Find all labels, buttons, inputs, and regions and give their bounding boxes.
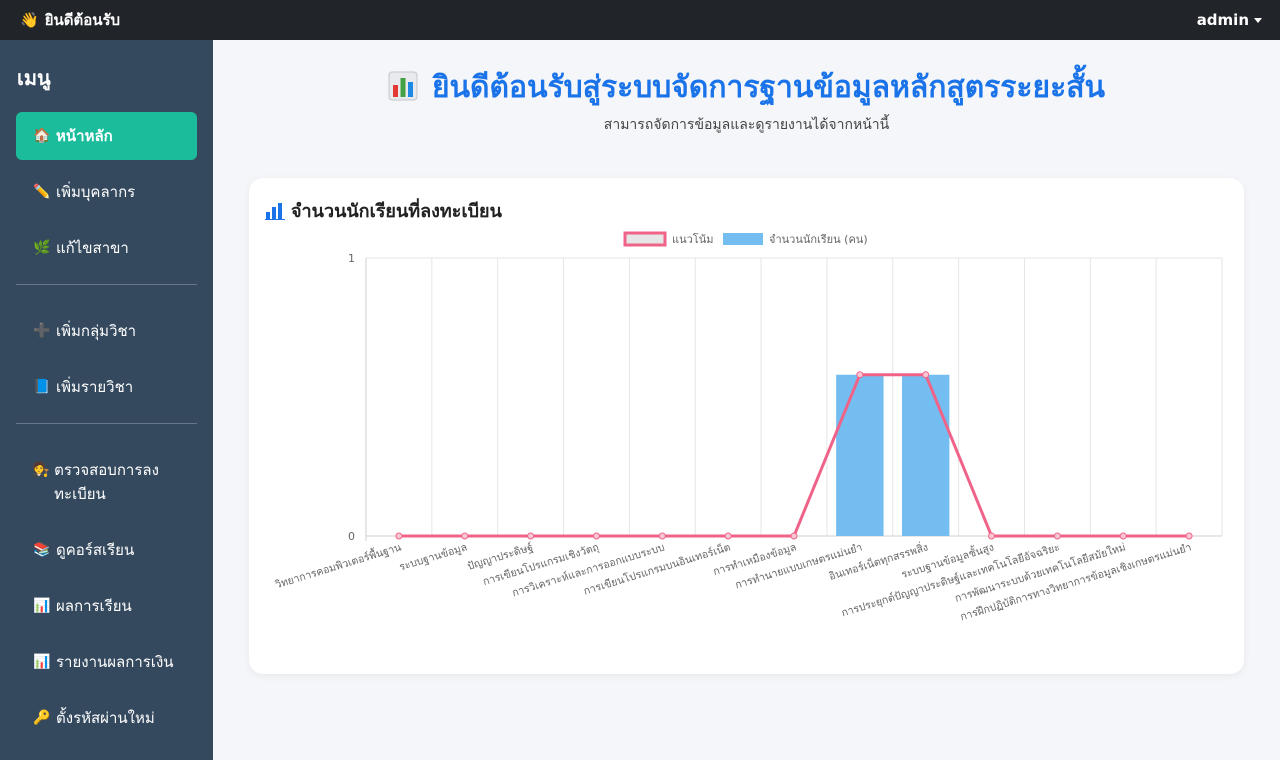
x-tick-label: วิทยาการคอมพิวเตอร์พื้นฐาน [273,539,403,591]
trend-point [790,532,798,540]
bar-chart-icon [388,71,418,100]
sidebar-item-label: เพิ่มกลุ่มวิชา [56,322,137,340]
bar-chart-icon: 📊 [33,654,51,670]
trend-point [1119,532,1127,540]
sidebar-item-finance-report[interactable]: 📊 รายงานผลการเงิน [16,638,197,686]
trend-point [592,532,600,540]
herb-icon: 🌿 [33,240,51,256]
legend-label-trend: แนวโน้ม [672,232,713,246]
sidebar-item-add-subject[interactable]: 📘 เพิ่มรายวิชา [16,363,197,411]
sidebar-item-reset-password[interactable]: 🔑 ตั้งรหัสผ่านใหม่ [16,694,197,742]
navbar-brand-label: ยินดีต้อนรับ [44,11,121,29]
user-menu-dropdown[interactable]: admin [1197,11,1262,29]
sidebar-item-label: ผลการเรียน [56,597,132,615]
user-name: admin [1196,11,1249,29]
sidebar-item-label: หน้าหลัก [56,127,113,145]
main-content: ยินดีต้อนรับสู่ระบบจัดการฐานข้อมูลหลักสู… [213,40,1280,760]
x-tick-label: ระบบฐานข้อมูล [398,541,469,573]
trend-point [658,532,666,540]
sidebar-item-label: เพิ่มรายวิชา [56,378,134,396]
sidebar-item-edit-branch[interactable]: 🌿 แก้ไขสาขา [16,224,197,272]
legend-swatch-trend [623,231,667,247]
trend-point [395,532,403,540]
sidebar-item-home[interactable]: 🏠 หน้าหลัก [16,112,197,160]
registration-chart: 0 1 วิทยาการคอมพิวเตอร์พื้นฐานระบบฐานข้อมู… [273,231,1223,623]
caret-down-icon [1254,17,1262,23]
trend-point [988,532,996,540]
sidebar-title: เมนู [17,66,51,90]
registration-chart-card: จำนวนนักเรียนที่ลงทะเบียน 0 1 วิทยาการคอมพ… [249,178,1244,674]
trend-point [922,371,930,379]
page-subtitle: สามารถจัดการข้อมูลและดูรายงานได้จากหน้าน… [603,117,890,133]
trend-point [724,532,732,540]
page-title: ยินดีต้อนรับสู่ระบบจัดการฐานข้อมูลหลักสู… [213,64,1280,111]
sidebar-divider [16,423,197,424]
key-icon: 🔑 [33,710,51,726]
sidebar-item-courses[interactable]: 📚 ดูคอร์สเรียน [16,526,197,574]
sidebar-divider [16,284,197,285]
books-icon: 📚 [33,542,51,558]
pencil-icon: ✏️ [33,184,51,200]
sidebar-item-add-staff[interactable]: ✏️ เพิ่มบุคลากร [16,168,197,216]
legend-swatch-students [723,233,763,245]
sidebar-item-label: แก้ไขสาขา [56,239,129,257]
bar [836,374,884,536]
navbar-brand[interactable]: 👋 ยินดีต้อนรับ [20,8,120,32]
sidebar-item-check-registration[interactable]: 🧑‍⚖️ ตรวจสอบการลงทะเบียน [16,446,197,518]
bar [901,374,950,536]
sidebar-item-label: ดูคอร์สเรียน [56,541,135,559]
sidebar-item-label: ตั้งรหัสผ่านใหม่ [56,709,155,727]
top-navbar: 👋 ยินดีต้อนรับ admin [0,0,1280,40]
sidebar-item-label: รายงานผลการเงิน [56,653,174,671]
trend-point [1185,532,1193,540]
house-icon: 🏠 [33,128,51,144]
sidebar-item-label: เพิ่มบุคลากร [56,183,136,201]
sidebar-item-add-subject-group[interactable]: ➕ เพิ่มกลุ่มวิชา [16,307,197,355]
y-tick-label: 0 [348,530,355,543]
book-icon: 📘 [33,379,51,395]
plus-icon: ➕ [33,323,51,339]
judge-icon: 🧑‍⚖️ [32,462,50,478]
page-title-text: ยินดีต้อนรับสู่ระบบจัดการฐานข้อมูลหลักสู… [431,70,1106,105]
sidebar-item-grades[interactable]: 📊 ผลการเรียน [16,582,197,630]
legend-label-students: จำนวนนักเรียน (คน) [769,233,868,246]
trend-line [398,373,1190,538]
sidebar: เมนู 🏠 หน้าหลัก ✏️ เพิ่มบุคลากร 🌿 แก้ไขส… [0,40,213,760]
sidebar-item-label: ตรวจสอบการลงทะเบียน [54,461,159,503]
trend-point [527,532,535,540]
waving-hand-icon: 👋 [20,11,39,29]
trend-point [856,371,864,379]
trend-point [461,532,469,540]
trend-point [1053,532,1061,540]
bar-chart-icon: 📊 [33,598,51,614]
y-tick-label: 1 [348,252,355,265]
